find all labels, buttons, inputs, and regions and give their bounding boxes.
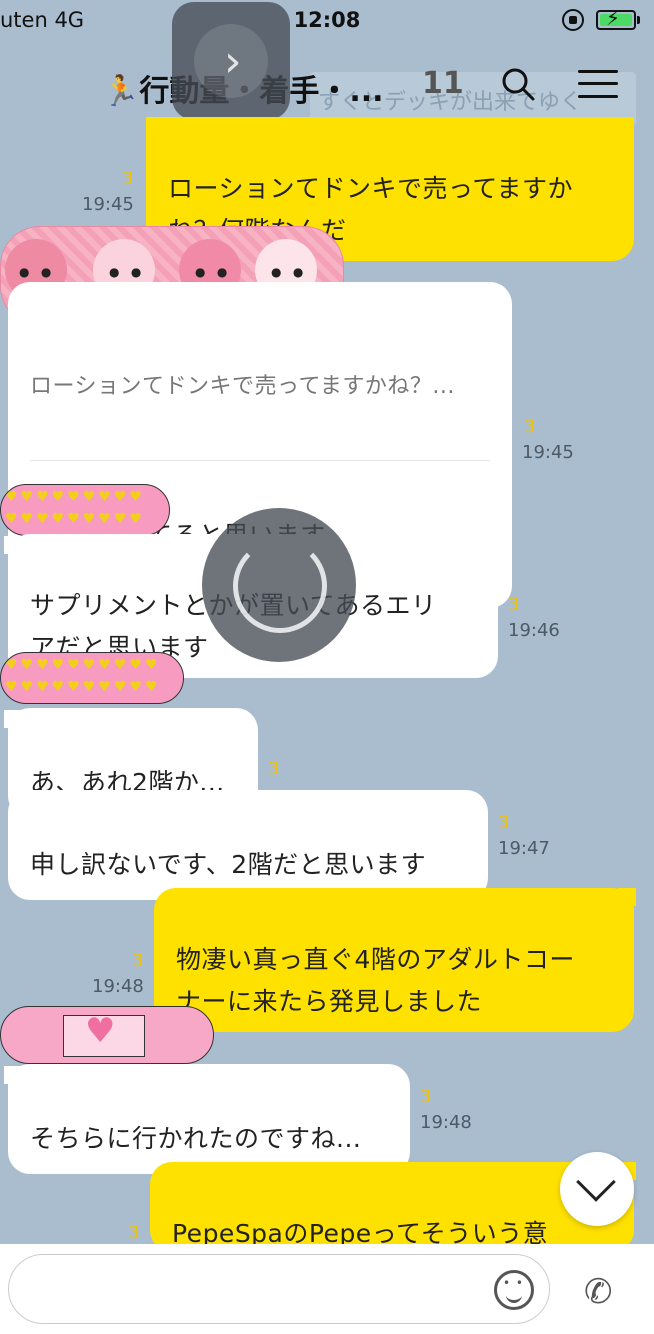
timestamp: 19:48 [420,1112,472,1133]
status-bar: uten 4G 12:08 ⚡ [0,0,654,44]
charging-bolt-icon: ⚡ [606,6,621,30]
read-count: 3 [420,1086,432,1107]
message-input[interactable] [8,1254,550,1324]
heart-sticker-avatar[interactable]: ♥♥♥♥♥♥♥♥♥♥ ♥♥♥♥♥♥♥♥♥♥ [0,652,184,704]
read-count: 3 [508,594,520,615]
read-count: 3 [524,416,536,437]
timestamp: 19:46 [508,620,560,641]
battery-tip [637,16,640,24]
heart-sticker-avatar[interactable]: ♥♥♥♥♥♥♥♥♥ ♥♥♥♥♥♥♥♥♥ [0,484,170,536]
emoji-icon[interactable] [494,1270,534,1310]
read-count: 3 [122,168,134,189]
incoming-message[interactable]: 申し訳ないです、2階だと思います [8,790,488,900]
member-count: 11 [422,66,464,101]
read-count: 3 [498,812,510,833]
timestamp: 19:45 [82,194,134,215]
chat-header: すくとデッキが出来てゆく 🏃行動量・着手・... 11 [0,44,654,126]
loading-spinner [202,508,356,662]
quote-divider [30,460,490,461]
read-count: 3 [128,1222,140,1243]
quoted-message[interactable]: ローションてドンキで売ってますかね？... [30,372,490,402]
message-input-bar: ✆ [0,1244,654,1334]
forward-overlay-button[interactable]: › [172,2,290,120]
orientation-lock-icon [562,9,584,31]
outgoing-message[interactable]: 物凄い真っ直ぐ4階のアダルトコー ナーに来たら発見しました [154,888,634,1032]
message-text: 申し訳ないです、2階だと思います [30,850,427,879]
read-count: 3 [132,950,144,971]
message-text: 物凄い真っ直ぐ4階のアダルトコー ナーに来たら発見しました [176,945,575,1016]
chevron-right-icon: › [224,36,242,87]
read-count: 3 [268,758,280,779]
chevron-down-icon [576,1162,616,1202]
search-icon[interactable] [500,66,536,102]
hamburger-menu-icon[interactable] [578,68,618,100]
heart-card-sticker-avatar[interactable]: ♥ [0,1006,214,1064]
scroll-to-bottom-button[interactable] [560,1152,634,1226]
message-text: そちらに行かれたのですね... [30,1124,362,1153]
timestamp: 19:47 [498,838,550,859]
phone-icon[interactable]: ✆ [584,1272,613,1312]
timestamp: 19:48 [92,976,144,997]
timestamp: 19:45 [522,442,574,463]
clock: 12:08 [293,8,361,32]
incoming-message[interactable]: そちらに行かれたのですね... [8,1064,410,1174]
